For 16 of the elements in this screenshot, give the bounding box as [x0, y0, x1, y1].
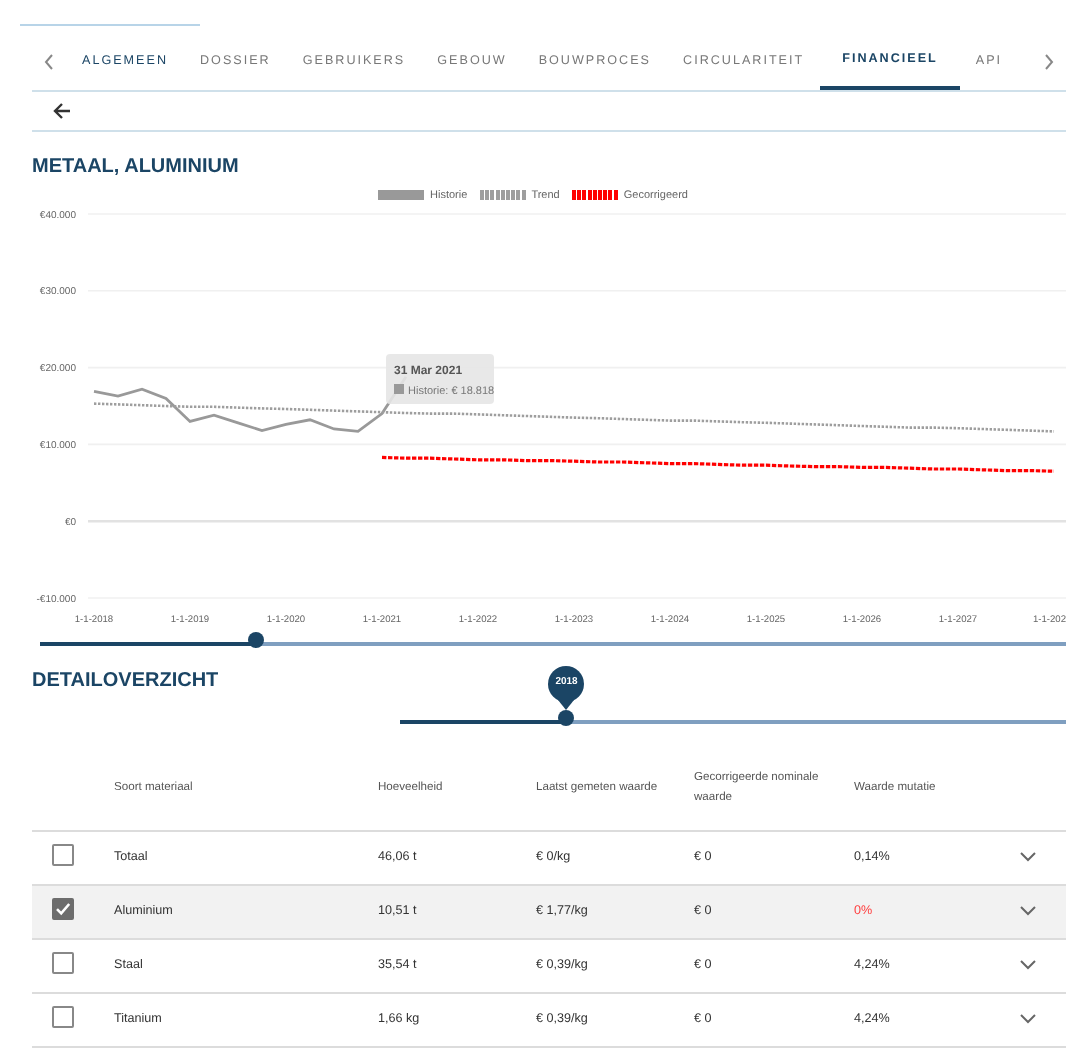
- tooltip-swatch-icon: [394, 384, 404, 394]
- chevron-down-icon[interactable]: [1020, 960, 1036, 971]
- chevron-down-icon[interactable]: [1020, 852, 1036, 863]
- chevron-down-icon[interactable]: [1020, 1014, 1036, 1025]
- slider-thumb[interactable]: [247, 632, 264, 648]
- chevron-right-icon[interactable]: [1044, 54, 1054, 70]
- checkbox[interactable]: [52, 951, 74, 974]
- back-arrow-icon[interactable]: [52, 102, 72, 120]
- chevron-left-icon[interactable]: [44, 54, 54, 70]
- chevron-down-icon[interactable]: [1020, 906, 1036, 917]
- checkbox[interactable]: [52, 897, 74, 920]
- checkbox[interactable]: [52, 1005, 74, 1028]
- checkbox[interactable]: [52, 843, 74, 866]
- page-title: METAAL, ALUMINIUM: [32, 156, 241, 180]
- section-title: DETAILOVERZICHT: [32, 670, 219, 694]
- slider-thumb[interactable]: [558, 710, 575, 726]
